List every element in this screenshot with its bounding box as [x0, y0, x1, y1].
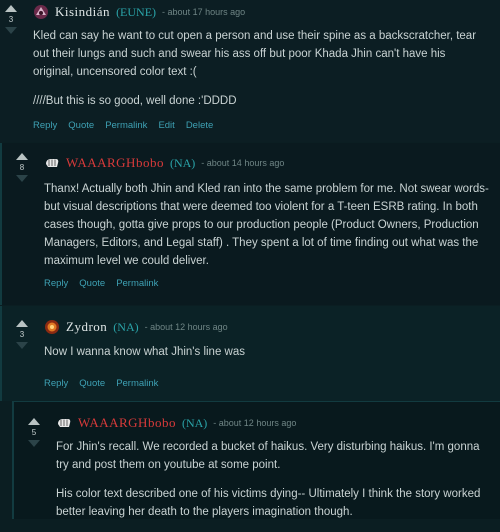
edit-link[interactable]: Edit [158, 120, 174, 131]
comment-actions: Reply Quote Permalink Edit Delete [33, 120, 213, 131]
author-name[interactable]: WAAARGHbobo [78, 415, 176, 431]
comment-4: 5 WAAARGHbobo (NA) - about 12 hours ago … [12, 401, 500, 519]
comment-1: 3 Kisindián (EUNE) - about 17 hours ago … [0, 0, 500, 142]
vote-widget: 8 [12, 153, 32, 182]
comment-header: Zydron (NA) - about 12 hours ago [44, 319, 228, 335]
timestamp: - about 12 hours ago [213, 418, 297, 428]
comment-paragraph: His color text described one of his vict… [56, 488, 481, 518]
vote-count: 3 [8, 15, 14, 24]
upvote-icon[interactable] [5, 5, 17, 12]
vote-widget: 5 [24, 418, 44, 447]
riot-fist-icon [58, 419, 71, 427]
comment-body: Now I wanna know what Jhin's line was [44, 343, 484, 372]
author-name[interactable]: Kisindián [55, 4, 110, 20]
permalink-link[interactable]: Permalink [116, 278, 158, 289]
avatar-icon [34, 5, 48, 19]
comment-paragraph: Now I wanna know what Jhin's line was [44, 346, 245, 358]
reply-link[interactable]: Reply [44, 378, 68, 389]
downvote-icon[interactable] [16, 175, 28, 182]
region-tag: (NA) [113, 319, 139, 334]
comment-paragraph: Kled can say he want to cut open a perso… [33, 30, 477, 78]
vote-count: 3 [19, 330, 25, 339]
region-tag: (EUNE) [116, 4, 157, 19]
comment-header: WAAARGHbobo (NA) - about 14 hours ago [44, 155, 284, 171]
upvote-icon[interactable] [28, 418, 40, 425]
comment-2: 8 WAAARGHbobo (NA) - about 14 hours ago … [0, 143, 500, 305]
permalink-link[interactable]: Permalink [105, 120, 147, 131]
vote-widget: 3 [12, 320, 32, 349]
region-tag: (NA) [169, 155, 196, 170]
reply-link[interactable]: Reply [33, 120, 57, 131]
comment-body: Thanx! Actually both Jhin and Kled ran i… [44, 180, 489, 281]
timestamp: - about 14 hours ago [201, 158, 285, 168]
reply-link[interactable]: Reply [44, 278, 68, 289]
delete-link[interactable]: Delete [186, 120, 213, 131]
downvote-icon[interactable] [28, 440, 40, 447]
timestamp: - about 17 hours ago [162, 7, 246, 17]
downvote-icon[interactable] [16, 342, 28, 349]
comment-paragraph: For Jhin's recall. We recorded a bucket … [56, 441, 480, 471]
timestamp: - about 12 hours ago [144, 322, 228, 332]
vote-widget: 3 [1, 5, 21, 34]
comment-3: 3 Zydron (NA) - about 12 hours ago Now I… [0, 306, 500, 401]
region-tag: (NA) [181, 415, 208, 430]
riot-fist-icon [46, 159, 59, 167]
quote-link[interactable]: Quote [79, 378, 105, 389]
author-name[interactable]: Zydron [66, 319, 107, 335]
avatar-icon [45, 320, 59, 334]
comment-actions: Reply Quote Permalink [44, 278, 158, 289]
permalink-link[interactable]: Permalink [116, 378, 158, 389]
comment-paragraph: Thanx! Actually both Jhin and Kled ran i… [44, 183, 489, 267]
comment-body: Kled can say he want to cut open a perso… [33, 27, 483, 121]
upvote-icon[interactable] [16, 320, 28, 327]
upvote-icon[interactable] [16, 153, 28, 160]
quote-link[interactable]: Quote [79, 278, 105, 289]
author-name[interactable]: WAAARGHbobo [66, 155, 164, 171]
comment-paragraph: ////But this is so good, well done :'DDD… [33, 95, 237, 107]
vote-count: 5 [31, 428, 37, 437]
vote-count: 8 [19, 163, 25, 172]
comment-header: Kisindián (EUNE) - about 17 hours ago [33, 4, 245, 20]
downvote-icon[interactable] [5, 27, 17, 34]
comment-header: WAAARGHbobo (NA) - about 12 hours ago [56, 415, 296, 431]
comment-actions: Reply Quote Permalink [44, 378, 158, 389]
quote-link[interactable]: Quote [68, 120, 94, 131]
